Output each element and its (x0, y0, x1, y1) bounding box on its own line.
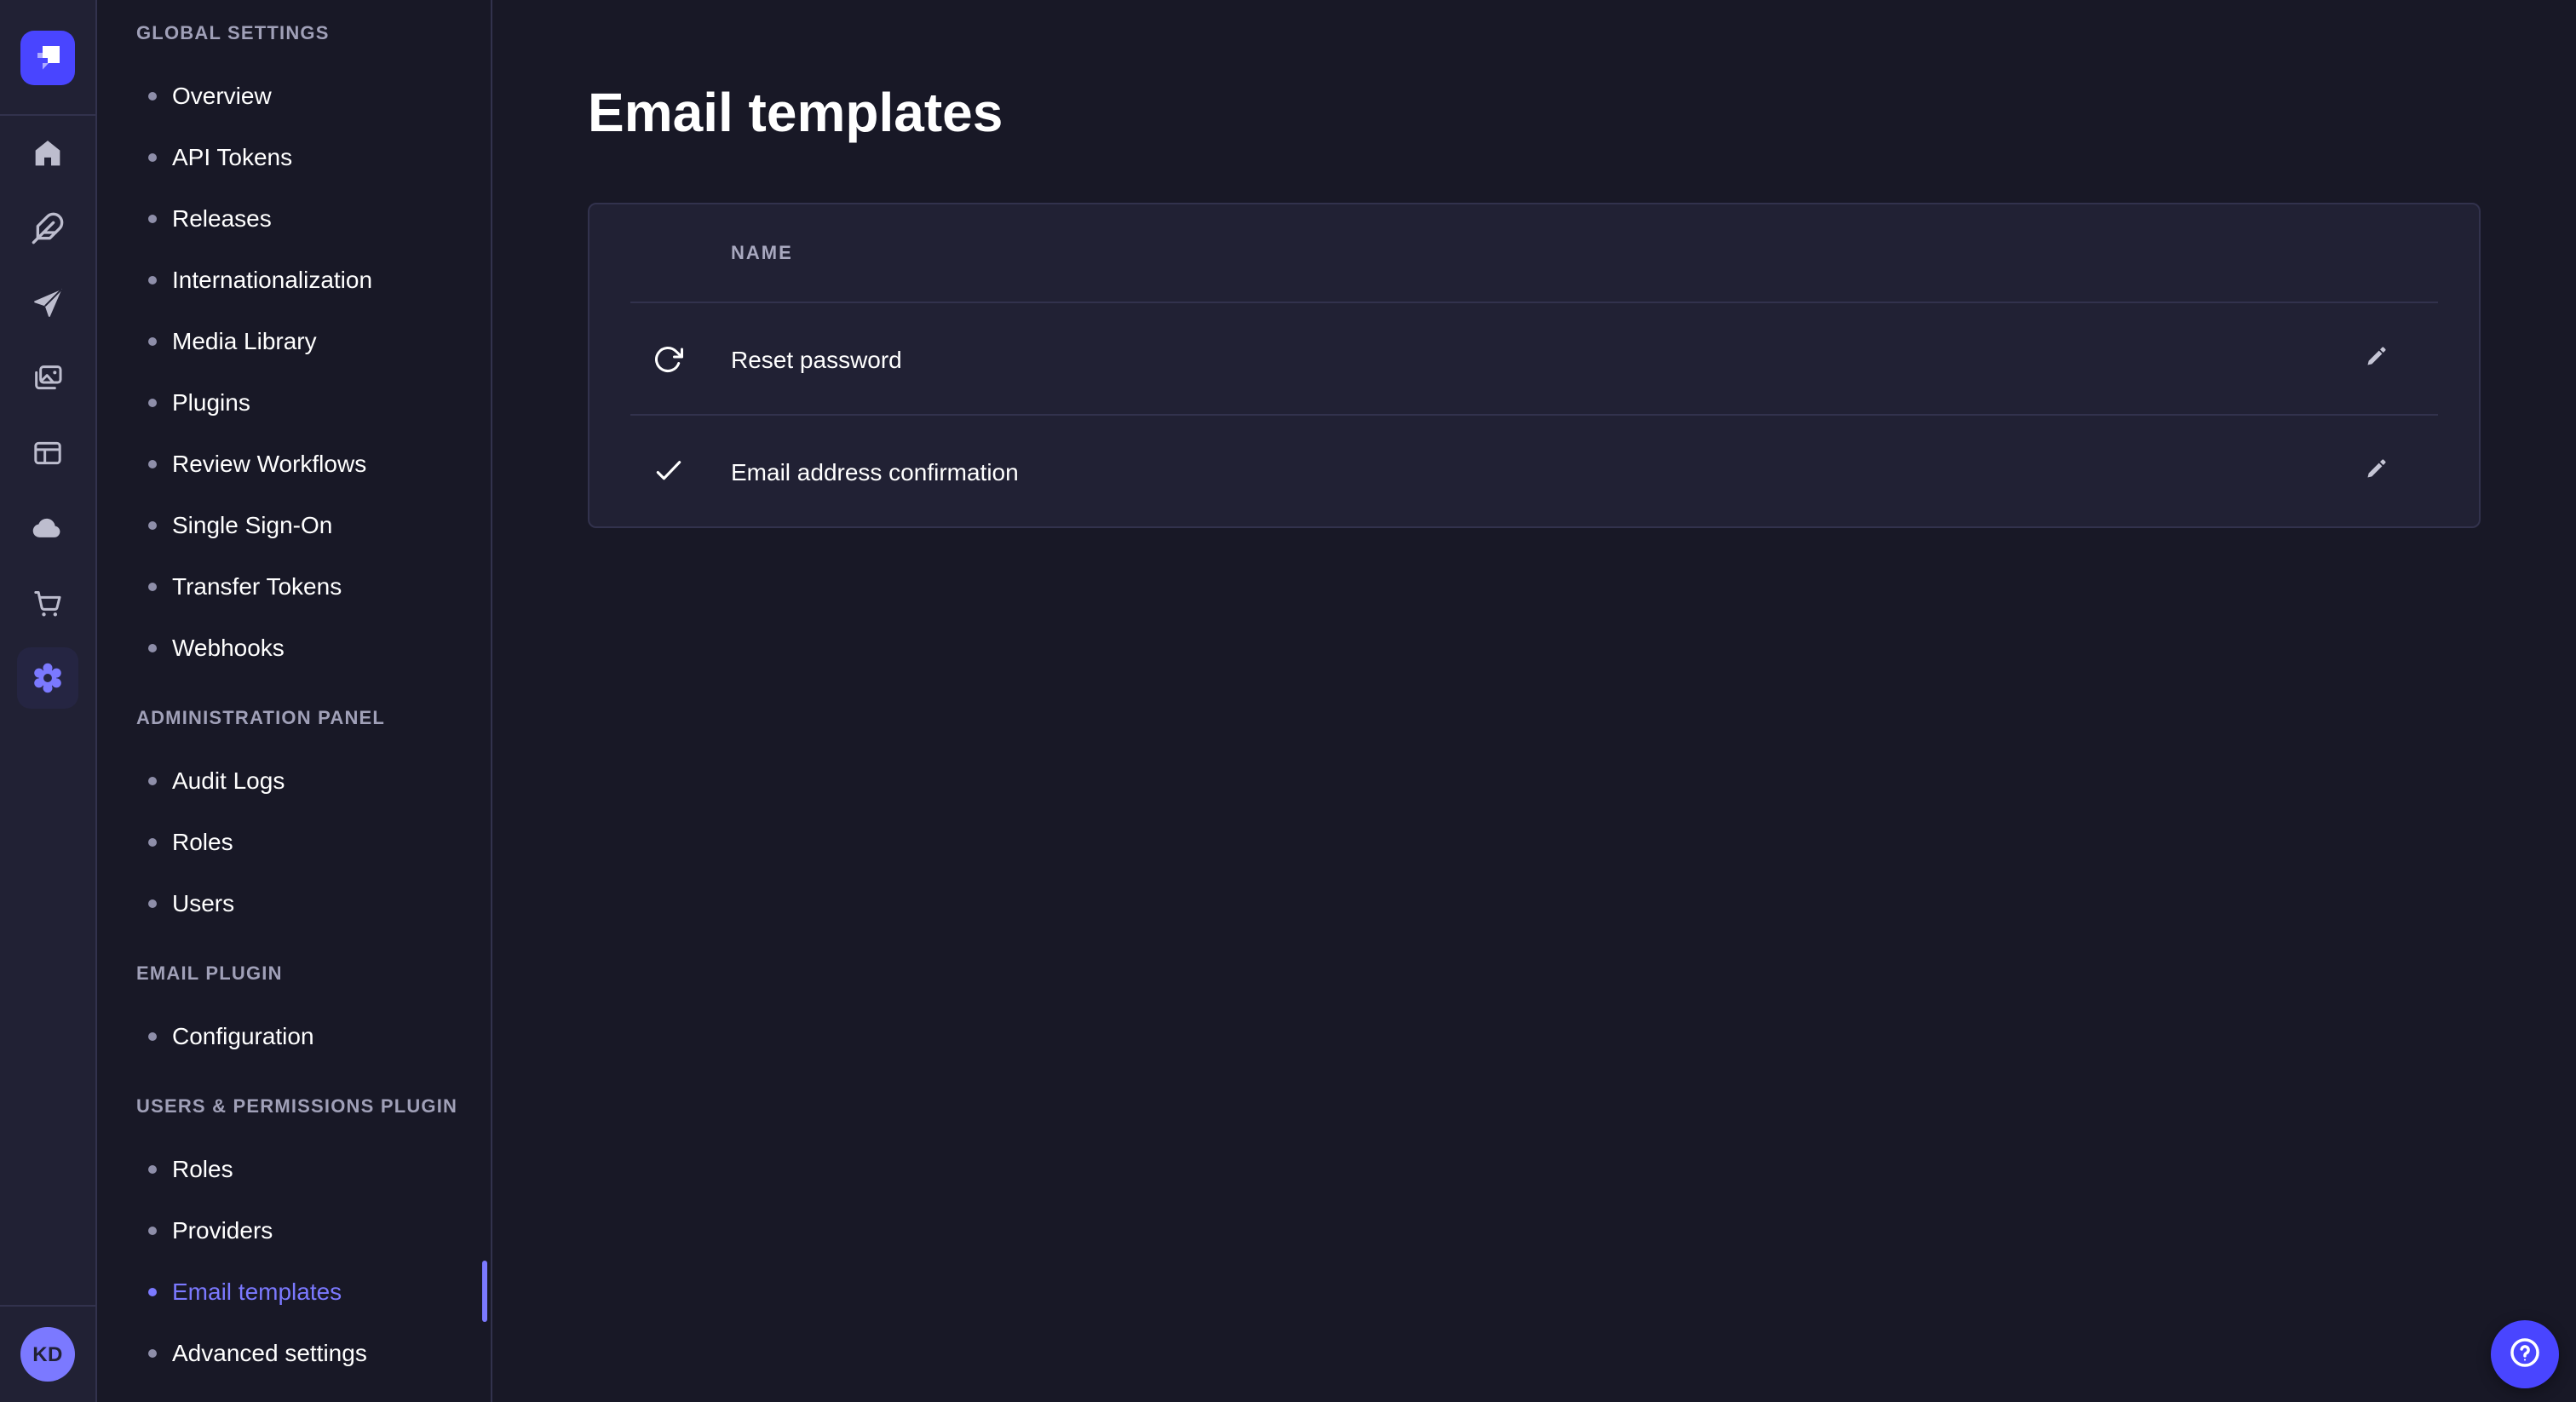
pencil-icon (2363, 342, 2390, 375)
refresh-icon (651, 342, 685, 376)
bullet-icon (148, 459, 157, 468)
active-indicator (482, 1261, 487, 1322)
sidebar-item-webhooks[interactable]: Webhooks (97, 617, 491, 678)
sidebar-item-email-configuration[interactable]: Configuration (97, 1005, 491, 1066)
bullet-icon (148, 275, 157, 284)
bullet-icon (148, 91, 157, 100)
section-header: EMAIL PLUGIN (136, 961, 491, 988)
sidebar-item-transfer-tokens[interactable]: Transfer Tokens (97, 555, 491, 617)
bullet-icon (148, 582, 157, 590)
paper-plane-icon[interactable] (17, 273, 78, 334)
sidebar-item-plugins[interactable]: Plugins (97, 371, 491, 433)
bullet-icon (148, 1226, 157, 1234)
logo-section (0, 0, 95, 116)
template-name: Email address confirmation (731, 457, 1019, 485)
column-header-name: NAME (731, 243, 793, 263)
bullet-icon (148, 1348, 157, 1357)
subnav-section-administration-panel: ADMINISTRATION PANEL Audit Logs Roles Us… (136, 705, 491, 934)
section-header: ADMINISTRATION PANEL (136, 705, 491, 733)
sidebar-item-email-templates[interactable]: Email templates (97, 1261, 491, 1322)
strapi-admin-app: KD GLOBAL SETTINGS Overview API Tokens R… (0, 0, 2576, 1402)
help-button[interactable] (2491, 1320, 2559, 1388)
sidebar-item-media-library[interactable]: Media Library (97, 310, 491, 371)
sidebar-item-review-workflows[interactable]: Review Workflows (97, 433, 491, 494)
table-row-reset-password[interactable]: Reset password (589, 303, 2479, 414)
media-library-icon[interactable] (17, 348, 78, 409)
section-header: USERS & PERMISSIONS PLUGIN (136, 1094, 491, 1121)
bullet-icon (148, 520, 157, 529)
subnav-section-email-plugin: EMAIL PLUGIN Configuration (136, 961, 491, 1066)
bullet-icon (148, 1164, 157, 1173)
bullet-icon (148, 1287, 157, 1296)
table-row-email-address-confirmation[interactable]: Email address confirmation (589, 416, 2479, 526)
rail-footer: KD (0, 1305, 95, 1402)
shopping-cart-icon[interactable] (17, 572, 78, 634)
bullet-icon (148, 776, 157, 784)
sidebar-item-api-tokens[interactable]: API Tokens (97, 126, 491, 187)
table-header-row: NAME (589, 204, 2479, 302)
sidebar-item-internationalization[interactable]: Internationalization (97, 249, 491, 310)
template-name: Reset password (731, 345, 902, 372)
cloud-icon[interactable] (17, 497, 78, 559)
rail-icon-list (17, 116, 78, 715)
sidebar-item-overview[interactable]: Overview (97, 65, 491, 126)
bullet-icon (148, 899, 157, 907)
check-icon (651, 454, 685, 488)
edit-button[interactable] (2356, 451, 2397, 491)
page-title: Email templates (588, 78, 2481, 147)
settings-gear-icon[interactable] (17, 647, 78, 709)
email-templates-table: NAME Reset password (588, 203, 2481, 528)
bullet-icon (148, 1031, 157, 1040)
bullet-icon (148, 398, 157, 406)
bullet-icon (148, 643, 157, 652)
feather-icon[interactable] (17, 198, 78, 259)
settings-subnav: GLOBAL SETTINGS Overview API Tokens Rele… (97, 0, 492, 1402)
subnav-section-global-settings: GLOBAL SETTINGS Overview API Tokens Rele… (136, 20, 491, 678)
sidebar-item-admin-roles[interactable]: Roles (97, 811, 491, 872)
sidebar-item-single-sign-on[interactable]: Single Sign-On (97, 494, 491, 555)
user-avatar[interactable]: KD (20, 1327, 75, 1382)
edit-button[interactable] (2356, 338, 2397, 379)
sidebar-item-providers[interactable]: Providers (97, 1199, 491, 1261)
sidebar-item-audit-logs[interactable]: Audit Logs (97, 750, 491, 811)
sidebar-item-up-roles[interactable]: Roles (97, 1138, 491, 1199)
sidebar-item-advanced-settings[interactable]: Advanced settings (97, 1322, 491, 1383)
pencil-icon (2363, 455, 2390, 487)
main-content: Email templates NAME Reset password (492, 0, 2576, 1402)
sidebar-item-admin-users[interactable]: Users (97, 872, 491, 934)
bullet-icon (148, 214, 157, 222)
layout-icon[interactable] (17, 422, 78, 484)
question-mark-icon (2506, 1333, 2544, 1376)
main-nav-rail: KD (0, 0, 97, 1402)
strapi-logo[interactable] (20, 30, 75, 84)
subnav-section-users-permissions-plugin: USERS & PERMISSIONS PLUGIN Roles Provide… (136, 1094, 491, 1383)
sidebar-item-releases[interactable]: Releases (97, 187, 491, 249)
section-header: GLOBAL SETTINGS (136, 20, 491, 48)
bullet-icon (148, 152, 157, 161)
home-icon[interactable] (17, 123, 78, 184)
bullet-icon (148, 837, 157, 846)
bullet-icon (148, 336, 157, 345)
